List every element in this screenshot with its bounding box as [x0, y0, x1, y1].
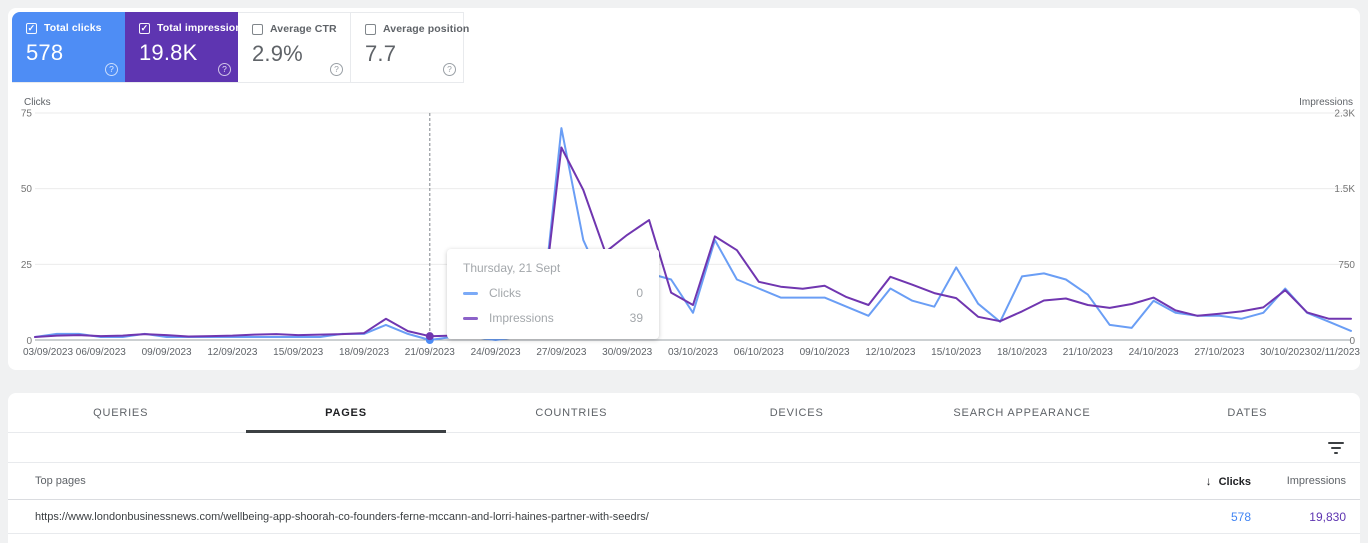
row-clicks-value: 578 [1230, 509, 1251, 524]
tab-queries[interactable]: QUERIES [8, 393, 233, 432]
tooltip-impressions-value: 39 [629, 311, 643, 325]
impressions-series-swatch-icon [463, 316, 478, 320]
filter-list-icon[interactable] [1327, 441, 1345, 455]
svg-text:09/10/2023: 09/10/2023 [800, 347, 850, 358]
dimensions-table-card: QUERIES PAGES COUNTRIES DEVICES SEARCH A… [8, 393, 1360, 543]
sort-descending-icon: ↓ [1205, 474, 1212, 488]
tab-dates[interactable]: DATES [1135, 393, 1360, 432]
tab-devices[interactable]: DEVICES [684, 393, 909, 432]
page-url-link[interactable]: https://www.londonbusinessnews.com/wellb… [35, 511, 1151, 523]
svg-text:02/11/2023: 02/11/2023 [1311, 347, 1360, 358]
tooltip-clicks-label: Clicks [489, 286, 521, 300]
svg-text:15/09/2023: 15/09/2023 [273, 347, 323, 358]
tab-pages[interactable]: PAGES [233, 393, 458, 433]
table-header-row: Top pages ↓ Clicks Impressions [8, 463, 1360, 500]
performance-chart-card: 25 750 50 1.5K 75 2.3K 0 0 Clicks Impressions 03/0… [8, 8, 1360, 370]
svg-text:Clicks: Clicks [24, 97, 51, 108]
tooltip-clicks-value: 0 [636, 286, 643, 300]
svg-text:03/10/2023: 03/10/2023 [668, 347, 718, 358]
svg-text:24/10/2023: 24/10/2023 [1129, 347, 1179, 358]
tab-search-appearance[interactable]: SEARCH APPEARANCE [909, 393, 1134, 432]
tab-countries[interactable]: COUNTRIES [459, 393, 684, 432]
svg-text:18/09/2023: 18/09/2023 [339, 347, 389, 358]
metric-label: Total clicks [44, 22, 102, 34]
table-toolbar [8, 433, 1360, 463]
svg-text:21/10/2023: 21/10/2023 [1063, 347, 1113, 358]
metric-label: Total impressions [157, 22, 248, 34]
svg-text:0: 0 [26, 336, 32, 347]
column-header-impressions[interactable]: Impressions [1251, 475, 1346, 487]
help-icon[interactable]: ? [218, 63, 231, 76]
svg-text:1.5K: 1.5K [1334, 184, 1355, 195]
svg-text:12/10/2023: 12/10/2023 [865, 347, 915, 358]
checkbox-unchecked-icon[interactable] [365, 23, 376, 35]
svg-text:21/09/2023: 21/09/2023 [405, 347, 455, 358]
column-header-top-pages[interactable]: Top pages [35, 475, 1151, 487]
svg-text:18/10/2023: 18/10/2023 [997, 347, 1047, 358]
clicks-series-swatch-icon [463, 291, 478, 295]
metric-card-total-clicks[interactable]: ✓ Total clicks 578 ? [12, 12, 125, 82]
svg-text:24/09/2023: 24/09/2023 [471, 347, 521, 358]
svg-text:Impressions: Impressions [1299, 97, 1353, 108]
svg-text:15/10/2023: 15/10/2023 [931, 347, 981, 358]
table-row[interactable]: https://www.londonbusinessnews.com/wellb… [8, 500, 1360, 534]
svg-text:2.3K: 2.3K [1334, 109, 1355, 120]
metric-card-average-ctr[interactable]: Average CTR 2.9% ? [238, 12, 351, 82]
svg-text:09/09/2023: 09/09/2023 [142, 347, 192, 358]
svg-text:30/09/2023: 30/09/2023 [602, 347, 652, 358]
svg-text:27/10/2023: 27/10/2023 [1194, 347, 1244, 358]
help-icon[interactable]: ? [443, 63, 456, 76]
checkbox-checked-icon[interactable]: ✓ [26, 22, 37, 34]
metric-card-total-impressions[interactable]: ✓ Total impressions 19.8K ? [125, 12, 248, 82]
tooltip-impressions-label: Impressions [489, 311, 554, 325]
metric-card-average-position[interactable]: Average position 7.7 ? [351, 12, 469, 82]
help-icon[interactable]: ? [105, 63, 118, 76]
chart-tooltip: Thursday, 21 Sept Clicks 0 Impressions 3… [447, 249, 659, 339]
svg-text:30/10/2023: 30/10/2023 [1260, 347, 1310, 358]
svg-text:25: 25 [21, 260, 33, 271]
svg-text:0: 0 [1349, 336, 1355, 347]
help-icon[interactable]: ? [330, 63, 343, 76]
svg-text:06/10/2023: 06/10/2023 [734, 347, 784, 358]
svg-text:06/09/2023: 06/09/2023 [76, 347, 126, 358]
checkbox-unchecked-icon[interactable] [252, 23, 263, 35]
metric-label: Average position [383, 23, 470, 35]
svg-text:03/09/2023: 03/09/2023 [23, 347, 73, 358]
metric-label: Average CTR [270, 23, 337, 35]
svg-text:27/09/2023: 27/09/2023 [536, 347, 586, 358]
checkbox-checked-icon[interactable]: ✓ [139, 22, 150, 34]
metric-cards-row: ✓ Total clicks 578 ? ✓ Total impressions… [12, 12, 469, 83]
svg-text:50: 50 [21, 184, 33, 195]
dimension-tabs: QUERIES PAGES COUNTRIES DEVICES SEARCH A… [8, 393, 1360, 433]
column-header-clicks[interactable]: ↓ Clicks [1151, 474, 1251, 488]
row-impressions-value: 19,830 [1309, 509, 1346, 524]
tooltip-date: Thursday, 21 Sept [463, 261, 561, 275]
svg-text:750: 750 [1338, 260, 1355, 271]
svg-text:12/09/2023: 12/09/2023 [207, 347, 257, 358]
svg-text:75: 75 [21, 109, 33, 120]
